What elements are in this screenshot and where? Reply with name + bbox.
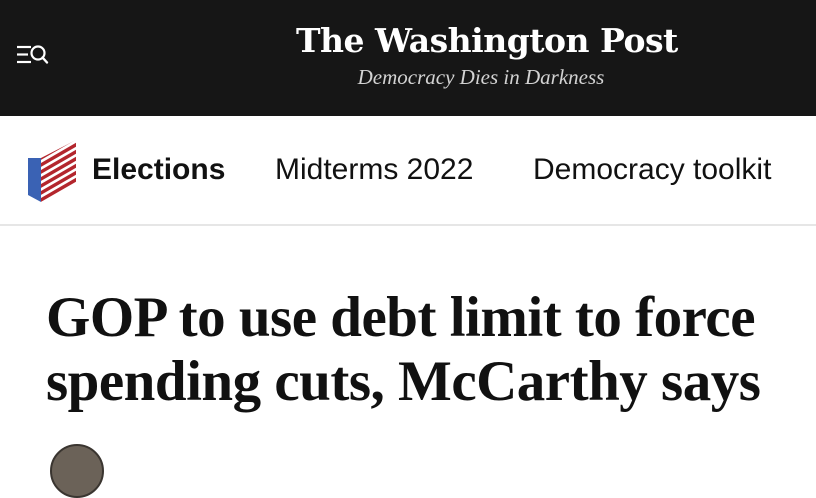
author-avatar[interactable]	[50, 444, 104, 498]
masthead-bar: The Washington Post Democracy Dies in Da…	[0, 0, 816, 116]
nav-item-elections[interactable]: Elections	[92, 150, 225, 190]
site-tagline: Democracy Dies in Darkness	[357, 65, 605, 89]
menu-search-button[interactable]	[16, 42, 50, 70]
menu-search-icon	[17, 45, 49, 64]
site-logo[interactable]: The Washington Post	[296, 18, 678, 64]
nav-item-democracy-toolkit[interactable]: Democracy toolkit	[533, 150, 771, 190]
article-headline: GOP to use debt limit to force spending …	[46, 286, 761, 413]
nav-item-midterms-2022[interactable]: Midterms 2022	[275, 150, 473, 190]
masthead[interactable]: The Washington Post Democracy Dies in Da…	[296, 18, 678, 90]
elections-flag-icon	[28, 140, 76, 202]
